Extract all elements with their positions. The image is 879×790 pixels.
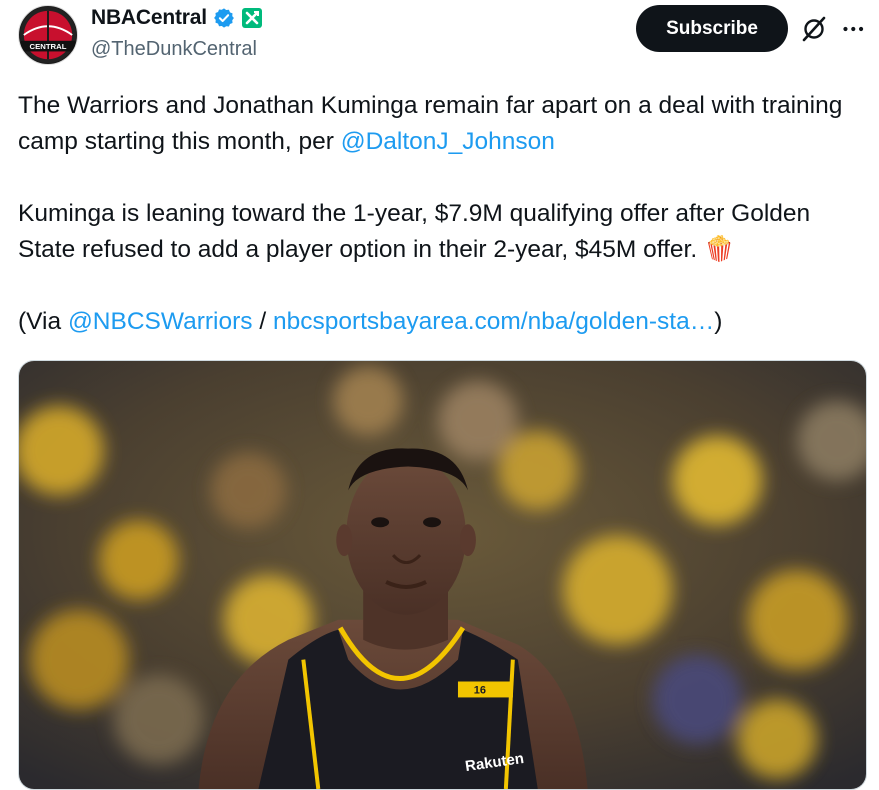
account-name-row: NBACentral: [91, 6, 263, 30]
article-link[interactable]: nbcsportsbayarea.com/nba/golden-sta…: [273, 308, 714, 335]
avatar-label: CENTRAL: [30, 42, 67, 51]
affiliate-badge-icon: [241, 7, 263, 29]
tweet-paragraph-2: Kuminga is leaning toward the 1-year, $7…: [18, 196, 870, 268]
verified-badge-icon: [213, 7, 235, 29]
popcorn-emoji: 🍿: [703, 236, 735, 263]
account-handle[interactable]: @TheDunkCentral: [91, 38, 257, 61]
avatar[interactable]: CENTRAL: [18, 5, 78, 65]
tweet-paragraph-1: The Warriors and Jonathan Kuminga remain…: [18, 88, 870, 160]
tweet-text-2: Kuminga is leaning toward the 1-year, $7…: [18, 200, 811, 263]
display-name[interactable]: NBACentral: [91, 6, 207, 30]
tweet-text-3-close: ): [714, 308, 723, 335]
mention-link-nbcswarriors[interactable]: @NBCSWarriors: [68, 308, 253, 335]
tweet-text-3-open: (Via: [18, 308, 68, 335]
more-options-icon[interactable]: [840, 14, 870, 44]
tweet-paragraph-3: (Via @NBCSWarriors / nbcsportsbayarea.co…: [18, 304, 870, 340]
subscribe-button[interactable]: Subscribe: [636, 5, 788, 52]
jersey-number: 16: [474, 684, 486, 696]
tweet-media-photo[interactable]: 16 Rakuten: [18, 360, 867, 790]
tweet-text: The Warriors and Jonathan Kuminga remain…: [18, 88, 870, 340]
tweet-text-3-sep: /: [252, 308, 273, 335]
grok-icon[interactable]: [800, 14, 828, 44]
mention-link-daltonj[interactable]: @DaltonJ_Johnson: [341, 128, 555, 155]
